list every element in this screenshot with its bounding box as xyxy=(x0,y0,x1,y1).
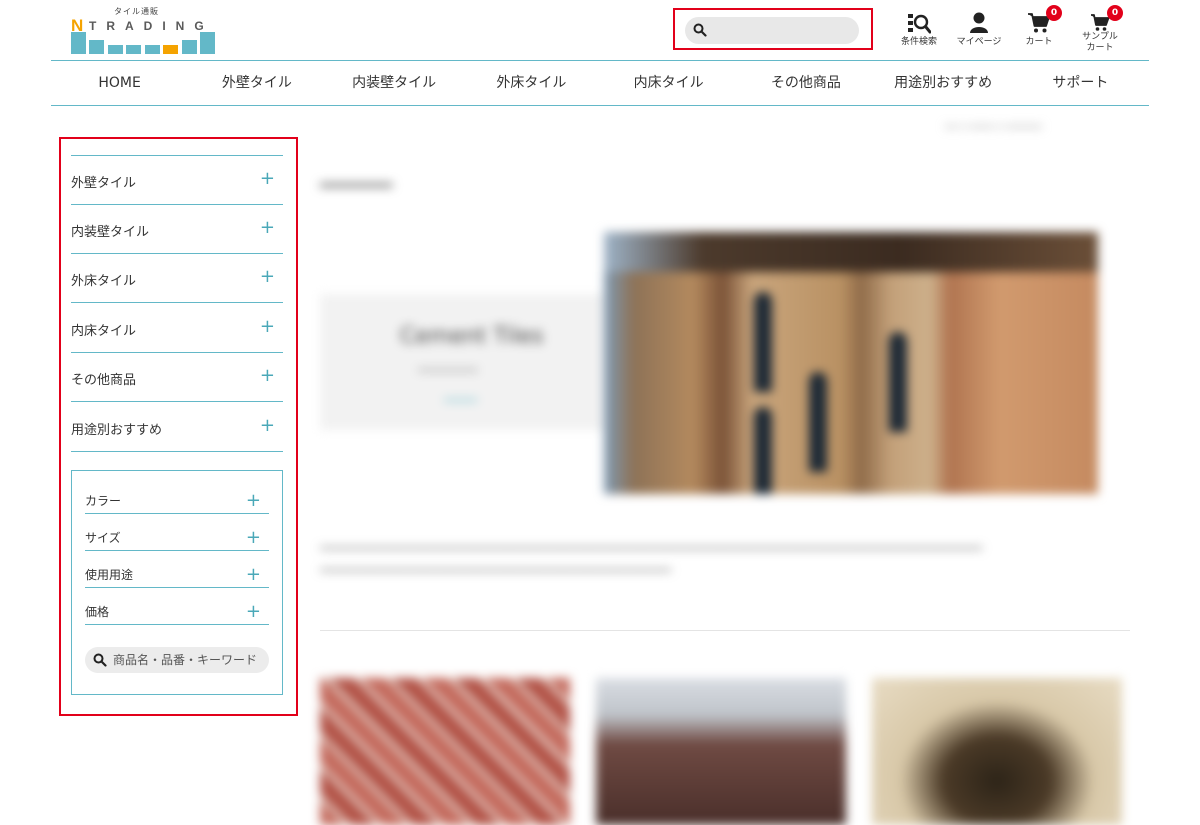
filter-price[interactable]: 価格 + xyxy=(85,588,269,625)
sidebar-category-label: その他商品 xyxy=(71,373,137,388)
nav-item-interior-floor[interactable]: 内床タイル xyxy=(600,61,737,105)
sample-cart-label-line1: サンプル xyxy=(1082,32,1118,42)
nav-bottom-divider xyxy=(51,105,1149,106)
sidebar-category-exterior-floor[interactable]: 外床タイル + xyxy=(71,254,283,303)
nav-item-interior-wall[interactable]: 内装壁タイル xyxy=(326,61,463,105)
nav-item-home[interactable]: HOME xyxy=(51,61,188,105)
nav-item-exterior-wall[interactable]: 外壁タイル xyxy=(188,61,325,105)
sidebar-category-interior-floor[interactable]: 内床タイル + xyxy=(71,304,283,353)
sidebar-category-interior-wall[interactable]: 内装壁タイル + xyxy=(71,205,283,254)
my-page-button[interactable]: マイページ xyxy=(949,12,1009,48)
my-page-label: マイページ xyxy=(956,37,1002,47)
condition-search-button[interactable]: 条件検索 xyxy=(889,12,949,48)
site-logo[interactable]: タイル通販 N TRADING xyxy=(71,6,217,56)
filter-label: カラー xyxy=(85,494,122,508)
plus-icon[interactable]: + xyxy=(260,268,275,286)
condition-search-label: 条件検索 xyxy=(900,37,937,47)
product-thumbnail[interactable] xyxy=(320,678,570,825)
plus-icon[interactable]: + xyxy=(260,219,275,237)
sample-cart-label-line2: カート xyxy=(1086,43,1114,53)
plus-icon[interactable]: + xyxy=(260,417,275,435)
filter-panel: カラー + サイズ + 使用用途 + 価格 + xyxy=(71,470,283,695)
sidebar-category-other-products[interactable]: その他商品 + xyxy=(71,353,283,402)
global-nav: HOME 外壁タイル 内装壁タイル 外床タイル 内床タイル その他商品 用途別お… xyxy=(51,61,1149,105)
plus-icon[interactable]: + xyxy=(260,170,275,188)
sidebar-category-exterior-wall[interactable]: 外壁タイル + xyxy=(71,156,283,205)
search-icon xyxy=(93,653,107,667)
sidebar-category-label: 内床タイル xyxy=(71,324,137,339)
product-thumbnail[interactable] xyxy=(596,678,846,825)
hero-card[interactable]: Cement Tiles ━━━━━━━━━ ━━━━━ xyxy=(320,294,610,430)
sidebar-category-label: 外壁タイル xyxy=(71,176,137,191)
sidebar-category-label: 内装壁タイル xyxy=(71,225,150,240)
filter-label: 使用用途 xyxy=(85,568,134,582)
plus-icon[interactable]: + xyxy=(246,492,261,510)
magnifier-grid-icon xyxy=(908,14,931,34)
hero-image xyxy=(604,232,1098,494)
hero-heading: Cement Tiles xyxy=(400,324,544,349)
cart-label: カート xyxy=(1025,37,1053,47)
user-icon xyxy=(970,12,988,33)
sidebar-category-by-use[interactable]: 用途別おすすめ + xyxy=(71,403,283,452)
hero-subtext: ━━━━━━━━━ xyxy=(418,364,478,377)
logo-wordmark: TRADING xyxy=(89,19,214,33)
hero-link[interactable]: ━━━━━ xyxy=(444,394,477,407)
keyword-search-input[interactable] xyxy=(85,647,269,673)
filter-usage[interactable]: 使用用途 + xyxy=(85,551,269,588)
description-text: ━━━━━━━━━━━━━━━━━━━━━━━━━━━━━━━━━━━━━━━━… xyxy=(320,542,983,577)
product-thumbnail[interactable] xyxy=(872,678,1122,825)
content-divider xyxy=(320,630,1130,631)
sample-cart-button[interactable]: 0 サンプル カート xyxy=(1070,5,1130,54)
plus-icon[interactable]: + xyxy=(246,603,261,621)
plus-icon[interactable]: + xyxy=(260,318,275,336)
filter-label: サイズ xyxy=(85,531,121,545)
breadcrumb: ━━ ━ ━━━━ ━ ━━━━━━ xyxy=(945,122,1043,133)
plus-icon[interactable]: + xyxy=(260,367,275,385)
search-icon xyxy=(693,23,707,37)
filter-label: 価格 xyxy=(85,605,110,619)
cart-count-badge: 0 xyxy=(1046,5,1062,21)
cart-button[interactable]: 0 カート xyxy=(1009,5,1069,48)
sidebar-category-label: 外床タイル xyxy=(71,274,137,289)
sidebar-category-label: 用途別おすすめ xyxy=(71,423,163,438)
filter-size[interactable]: サイズ + xyxy=(85,514,269,551)
nav-item-support[interactable]: サポート xyxy=(1012,61,1149,105)
header-search-input[interactable] xyxy=(685,17,859,44)
filter-color[interactable]: カラー + xyxy=(85,477,269,514)
nav-item-exterior-floor[interactable]: 外床タイル xyxy=(463,61,600,105)
sample-cart-count-badge: 0 xyxy=(1107,5,1123,21)
page-title: ━━━━━━ xyxy=(320,173,393,197)
nav-item-other-products[interactable]: その他商品 xyxy=(737,61,874,105)
logo-bars xyxy=(71,32,217,54)
plus-icon[interactable]: + xyxy=(246,529,261,547)
logo-tagline: タイル通販 xyxy=(114,7,159,16)
plus-icon[interactable]: + xyxy=(246,566,261,584)
nav-item-by-use[interactable]: 用途別おすすめ xyxy=(875,61,1012,105)
